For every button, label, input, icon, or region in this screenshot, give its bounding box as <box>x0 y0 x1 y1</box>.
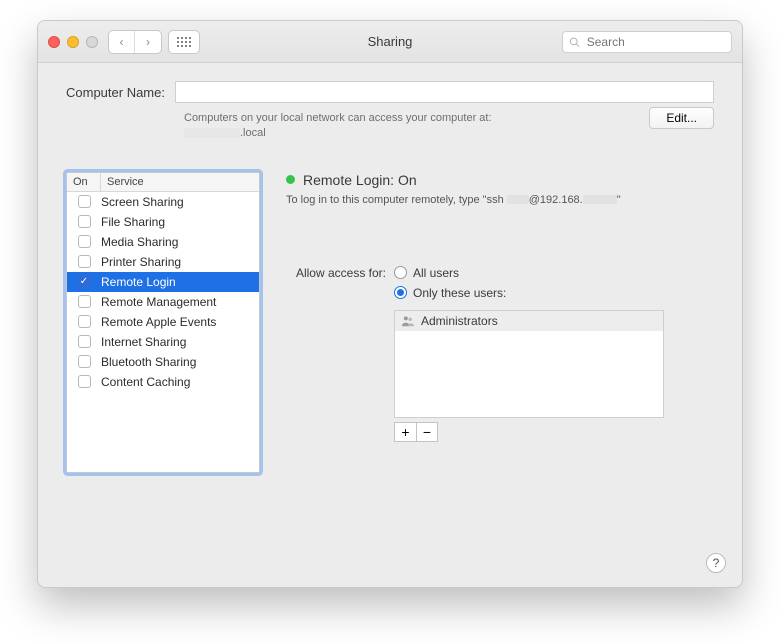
service-label: Printer Sharing <box>101 255 181 269</box>
service-checkbox[interactable] <box>78 195 91 208</box>
user-row[interactable]: Administrators <box>395 311 663 331</box>
network-hint: Computers on your local network can acce… <box>184 111 492 142</box>
service-checkbox[interactable] <box>78 355 91 368</box>
search-field[interactable] <box>562 31 732 53</box>
col-service: Service <box>101 173 259 191</box>
service-label: Remote Login <box>101 275 176 289</box>
minimize-icon[interactable] <box>67 36 79 48</box>
grid-icon <box>177 37 191 47</box>
redacted-user <box>507 195 529 204</box>
services-table[interactable]: On Service Screen Sharing File Sharing Med… <box>66 172 260 473</box>
service-checkbox[interactable] <box>78 375 91 388</box>
close-icon[interactable] <box>48 36 60 48</box>
service-row[interactable]: Printer Sharing <box>67 252 259 272</box>
remove-user-button[interactable]: − <box>416 422 438 442</box>
maximize-icon[interactable] <box>86 36 98 48</box>
service-label: Bluetooth Sharing <box>101 355 196 369</box>
ssh-instruction: To log in to this computer remotely, typ… <box>286 194 714 206</box>
service-row[interactable]: File Sharing <box>67 212 259 232</box>
service-checkbox[interactable] <box>78 295 91 308</box>
back-icon[interactable]: ‹ <box>109 31 135 53</box>
service-label: Remote Management <box>101 295 216 309</box>
help-button[interactable]: ? <box>706 553 726 573</box>
service-checkbox[interactable] <box>78 235 91 248</box>
service-label: File Sharing <box>101 215 165 229</box>
status-dot-icon <box>286 175 295 184</box>
redacted-ip <box>583 195 617 204</box>
service-label: Content Caching <box>101 375 190 389</box>
nav-back-forward[interactable]: ‹ › <box>108 30 162 54</box>
service-row[interactable]: Remote Management <box>67 292 259 312</box>
service-row[interactable]: Screen Sharing <box>67 192 259 212</box>
access-label: Allow access for: <box>286 266 386 280</box>
service-row[interactable]: Content Caching <box>67 372 259 392</box>
service-row[interactable]: Remote Login <box>67 272 259 292</box>
service-row[interactable]: Remote Apple Events <box>67 312 259 332</box>
titlebar: ‹ › Sharing <box>38 21 742 63</box>
forward-icon[interactable]: › <box>135 31 161 53</box>
redacted-hostname <box>184 128 240 138</box>
preferences-window: ‹ › Sharing Computer Name: Computers on … <box>37 20 743 588</box>
show-all-button[interactable] <box>168 30 200 54</box>
service-label: Screen Sharing <box>101 195 184 209</box>
service-label: Remote Apple Events <box>101 315 216 329</box>
service-checkbox[interactable] <box>78 315 91 328</box>
user-name: Administrators <box>421 314 498 328</box>
window-controls <box>48 36 98 48</box>
service-row[interactable]: Media Sharing <box>67 232 259 252</box>
computer-name-input[interactable] <box>175 81 714 103</box>
service-row[interactable]: Bluetooth Sharing <box>67 352 259 372</box>
search-input[interactable] <box>585 34 725 50</box>
service-label: Internet Sharing <box>101 335 186 349</box>
service-checkbox[interactable] <box>78 255 91 268</box>
user-list[interactable]: Administrators <box>394 310 664 418</box>
radio-only-these[interactable]: Only these users: <box>394 286 506 300</box>
service-row[interactable]: Internet Sharing <box>67 332 259 352</box>
service-checkbox[interactable] <box>78 335 91 348</box>
services-header: On Service <box>67 173 259 192</box>
search-icon <box>569 36 580 48</box>
computer-name-label: Computer Name: <box>66 85 165 100</box>
service-checkbox[interactable] <box>78 275 91 288</box>
edit-button[interactable]: Edit... <box>649 107 714 129</box>
service-label: Media Sharing <box>101 235 178 249</box>
radio-all-users[interactable]: All users <box>394 266 506 280</box>
status-title: Remote Login: On <box>303 172 417 188</box>
add-user-button[interactable]: + <box>394 422 416 442</box>
service-checkbox[interactable] <box>78 215 91 228</box>
users-icon <box>401 314 415 328</box>
detail-pane: Remote Login: On To log in to this compu… <box>286 172 714 442</box>
col-on: On <box>67 173 101 191</box>
